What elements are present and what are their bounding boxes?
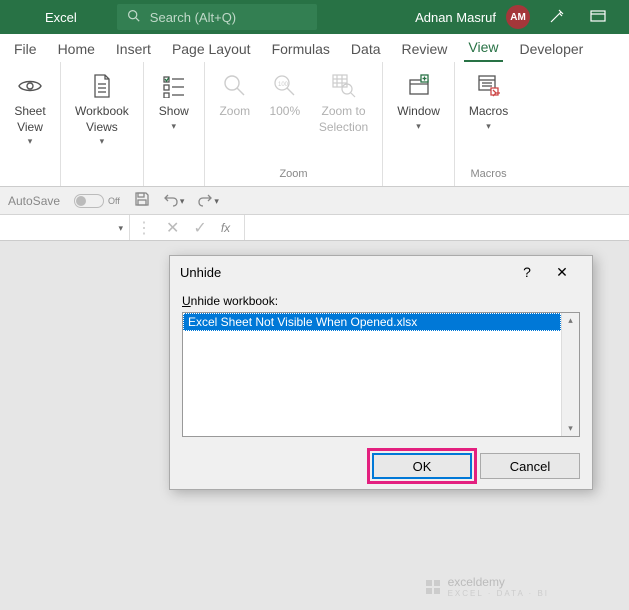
group-workbook-views: Workbook Views ▾ (61, 62, 144, 186)
formula-bar: ▾ ⋮ ✕ ✓ fx (0, 215, 629, 241)
app-name: Excel (45, 10, 77, 25)
chevron-down-icon: ▾ (486, 121, 491, 133)
ok-button[interactable]: OK (372, 453, 472, 479)
chevron-down-icon: ▾ (172, 121, 177, 133)
ribbon-display-icon[interactable] (582, 10, 614, 24)
dialog-titlebar: Unhide ? ✕ (170, 256, 592, 288)
fx-icon[interactable]: fx (221, 221, 230, 235)
zoom-selection-button[interactable]: Zoom to Selection (313, 66, 374, 139)
tab-home[interactable]: Home (54, 37, 99, 62)
search-icon (127, 9, 140, 25)
group-macros: Macros ▾ Macros (455, 62, 522, 186)
tab-insert[interactable]: Insert (112, 37, 155, 62)
zoom-button[interactable]: Zoom (213, 66, 257, 124)
window-icon (403, 70, 435, 102)
tab-view[interactable]: View (464, 35, 502, 62)
tab-file[interactable]: File (10, 37, 41, 62)
ribbon-tabs: File Home Insert Page Layout Formulas Da… (0, 34, 629, 62)
chevron-down-icon: ▾ (118, 223, 123, 234)
enter-icon[interactable]: ✓ (193, 218, 206, 238)
zoom-100-icon: 100 (269, 70, 301, 102)
zoom-100-button[interactable]: 100 100% (263, 66, 307, 124)
chevron-down-icon: ▾ (28, 136, 33, 148)
autosave-label: AutoSave (8, 194, 60, 208)
formula-buttons: ✕ ✓ fx (158, 218, 238, 238)
ribbon: Sheet View ▾ Workbook Views ▾ Show ▾ (0, 62, 629, 187)
autosave-toggle[interactable] (74, 194, 104, 208)
unhide-label: Unhide workbook: (182, 294, 580, 308)
zoom-selection-icon (328, 70, 360, 102)
scroll-down-icon[interactable]: ▾ (568, 423, 573, 434)
macros-icon (473, 70, 505, 102)
name-box[interactable]: ▾ (0, 215, 130, 240)
formula-input[interactable] (244, 215, 629, 240)
cancel-icon[interactable]: ✕ (166, 218, 179, 238)
group-window: Window ▾ (383, 62, 455, 186)
tab-formulas[interactable]: Formulas (268, 37, 334, 62)
workbook-list[interactable]: Excel Sheet Not Visible When Opened.xlsx… (182, 312, 580, 437)
tab-review[interactable]: Review (398, 37, 452, 62)
window-button[interactable]: Window ▾ (391, 66, 446, 136)
eye-icon (14, 70, 46, 102)
quick-access-toolbar: AutoSave Off ▾ ▾ (0, 187, 629, 215)
save-icon[interactable] (134, 191, 150, 210)
zoom-icon (219, 70, 251, 102)
workbook-views-button[interactable]: Workbook Views ▾ (69, 66, 135, 152)
svg-text:100: 100 (278, 82, 289, 88)
chevron-down-icon: ▾ (100, 136, 105, 148)
workspace: Unhide ? ✕ Unhide workbook: Excel Sheet … (0, 241, 629, 610)
avatar[interactable]: AM (506, 5, 530, 29)
chevron-down-icon: ▾ (416, 121, 421, 133)
search-box[interactable]: Search (Alt+Q) (117, 4, 317, 30)
redo-icon[interactable]: ▾ (198, 194, 219, 208)
user-area: Adnan Masruf AM (415, 5, 629, 29)
unhide-dialog: Unhide ? ✕ Unhide workbook: Excel Sheet … (169, 255, 593, 490)
group-zoom: Zoom 100 100% Zoom to Selection Zoom (205, 62, 383, 186)
help-icon[interactable]: ? (512, 264, 542, 280)
drag-handle-icon[interactable]: ⋮ (130, 218, 158, 238)
mic-icon[interactable] (540, 9, 572, 25)
macros-button[interactable]: Macros ▾ (463, 66, 514, 136)
scrollbar[interactable]: ▴ ▾ (561, 313, 579, 436)
tab-data[interactable]: Data (347, 37, 385, 62)
group-label-macros: Macros (471, 168, 507, 184)
group-sheet-view: Sheet View ▾ (0, 62, 61, 186)
group-show: Show ▾ (144, 62, 205, 186)
tab-page-layout[interactable]: Page Layout (168, 37, 255, 62)
search-placeholder: Search (Alt+Q) (150, 10, 236, 25)
show-button[interactable]: Show ▾ (152, 66, 196, 136)
user-name: Adnan Masruf (415, 10, 496, 25)
undo-icon[interactable]: ▾ (164, 194, 185, 208)
sheet-view-button[interactable]: Sheet View ▾ (8, 66, 52, 152)
cancel-button[interactable]: Cancel (480, 453, 580, 479)
title-bar: Excel Search (Alt+Q) Adnan Masruf AM (0, 0, 629, 34)
watermark: exceldemy EXCEL · DATA · BI (424, 575, 549, 598)
list-item[interactable]: Excel Sheet Not Visible When Opened.xlsx (183, 313, 561, 331)
dialog-buttons: OK Cancel (170, 443, 592, 489)
dialog-title: Unhide (180, 265, 512, 280)
scroll-up-icon[interactable]: ▴ (568, 315, 573, 326)
close-icon[interactable]: ✕ (542, 264, 582, 281)
group-label-zoom: Zoom (279, 168, 307, 184)
document-icon (86, 70, 118, 102)
checklist-icon (158, 70, 190, 102)
autosave-off: Off (108, 196, 120, 206)
tab-developer[interactable]: Developer (516, 37, 588, 62)
